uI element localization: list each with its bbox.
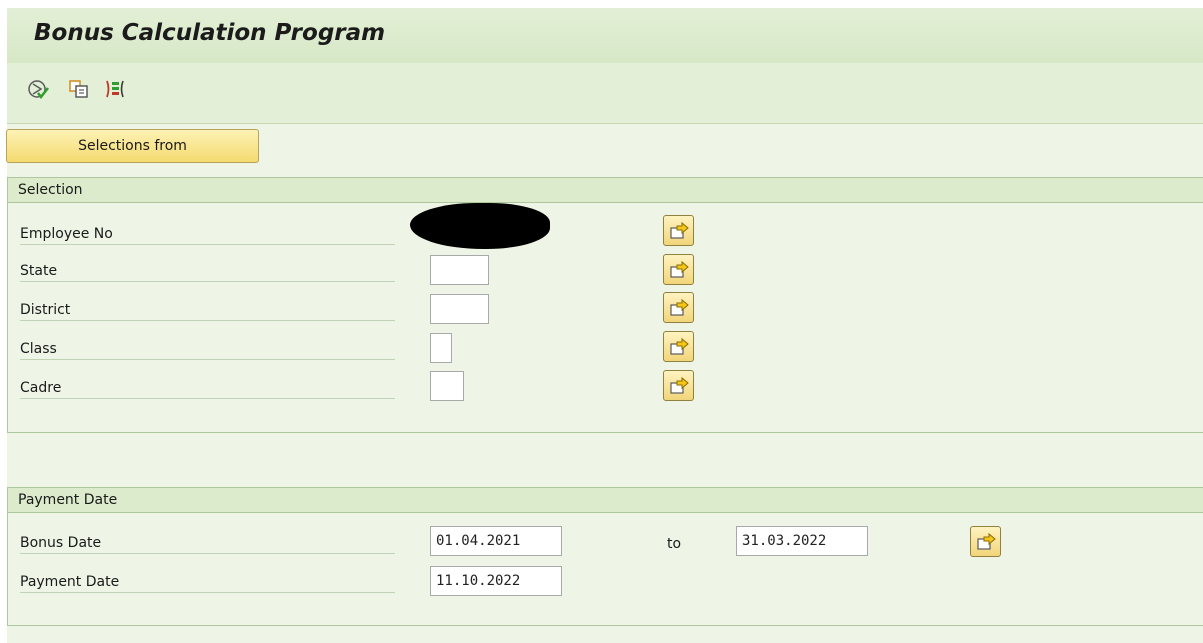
payment-date-label: Payment Date <box>20 571 395 593</box>
selections-from-button[interactable]: Selections from <box>6 129 259 163</box>
district-label: District <box>20 299 395 321</box>
state-input[interactable] <box>430 255 489 285</box>
bonus-date-from-input[interactable] <box>430 526 562 556</box>
state-multiple-selection-button[interactable] <box>663 254 694 285</box>
bonus-date-label: Bonus Date <box>20 532 395 554</box>
application-toolbar <box>7 63 1203 124</box>
multiple-selection-arrow-icon <box>669 376 689 394</box>
employee-no-label: Employee No <box>20 223 395 245</box>
payment-date-input[interactable] <box>430 566 562 596</box>
multiple-selection-arrow-icon <box>669 260 689 278</box>
to-label: to <box>667 536 682 552</box>
payment-date-group: Payment Date <box>7 487 1203 626</box>
cadre-multiple-selection-button[interactable] <box>663 370 694 401</box>
state-label: State <box>20 260 395 282</box>
redacted-employee-field <box>410 203 550 249</box>
multiple-selection-arrow-icon <box>976 532 996 550</box>
multiple-selection-arrow-icon <box>669 221 689 239</box>
bonus-date-multiple-selection-button[interactable] <box>970 526 1001 557</box>
payment-date-group-header: Payment Date <box>8 488 1203 513</box>
title-bar: Bonus Calculation Program <box>7 8 1203 63</box>
multiple-selection-arrow-icon <box>669 298 689 316</box>
district-multiple-selection-button[interactable] <box>663 292 694 323</box>
get-variant-icon[interactable] <box>67 78 89 100</box>
class-input[interactable] <box>430 333 452 363</box>
class-multiple-selection-button[interactable] <box>663 331 694 362</box>
cadre-label: Cadre <box>20 377 395 399</box>
selection-options-icon[interactable] <box>104 78 126 100</box>
multiple-selection-arrow-icon <box>669 337 689 355</box>
page-title: Bonus Calculation Program <box>34 20 386 46</box>
district-input[interactable] <box>430 294 489 324</box>
cadre-input[interactable] <box>430 371 464 401</box>
class-label: Class <box>20 338 395 360</box>
selection-group-header: Selection <box>8 178 1203 203</box>
execute-icon[interactable] <box>27 78 49 100</box>
bonus-date-to-input[interactable] <box>736 526 868 556</box>
employee-no-multiple-selection-button[interactable] <box>663 215 694 246</box>
